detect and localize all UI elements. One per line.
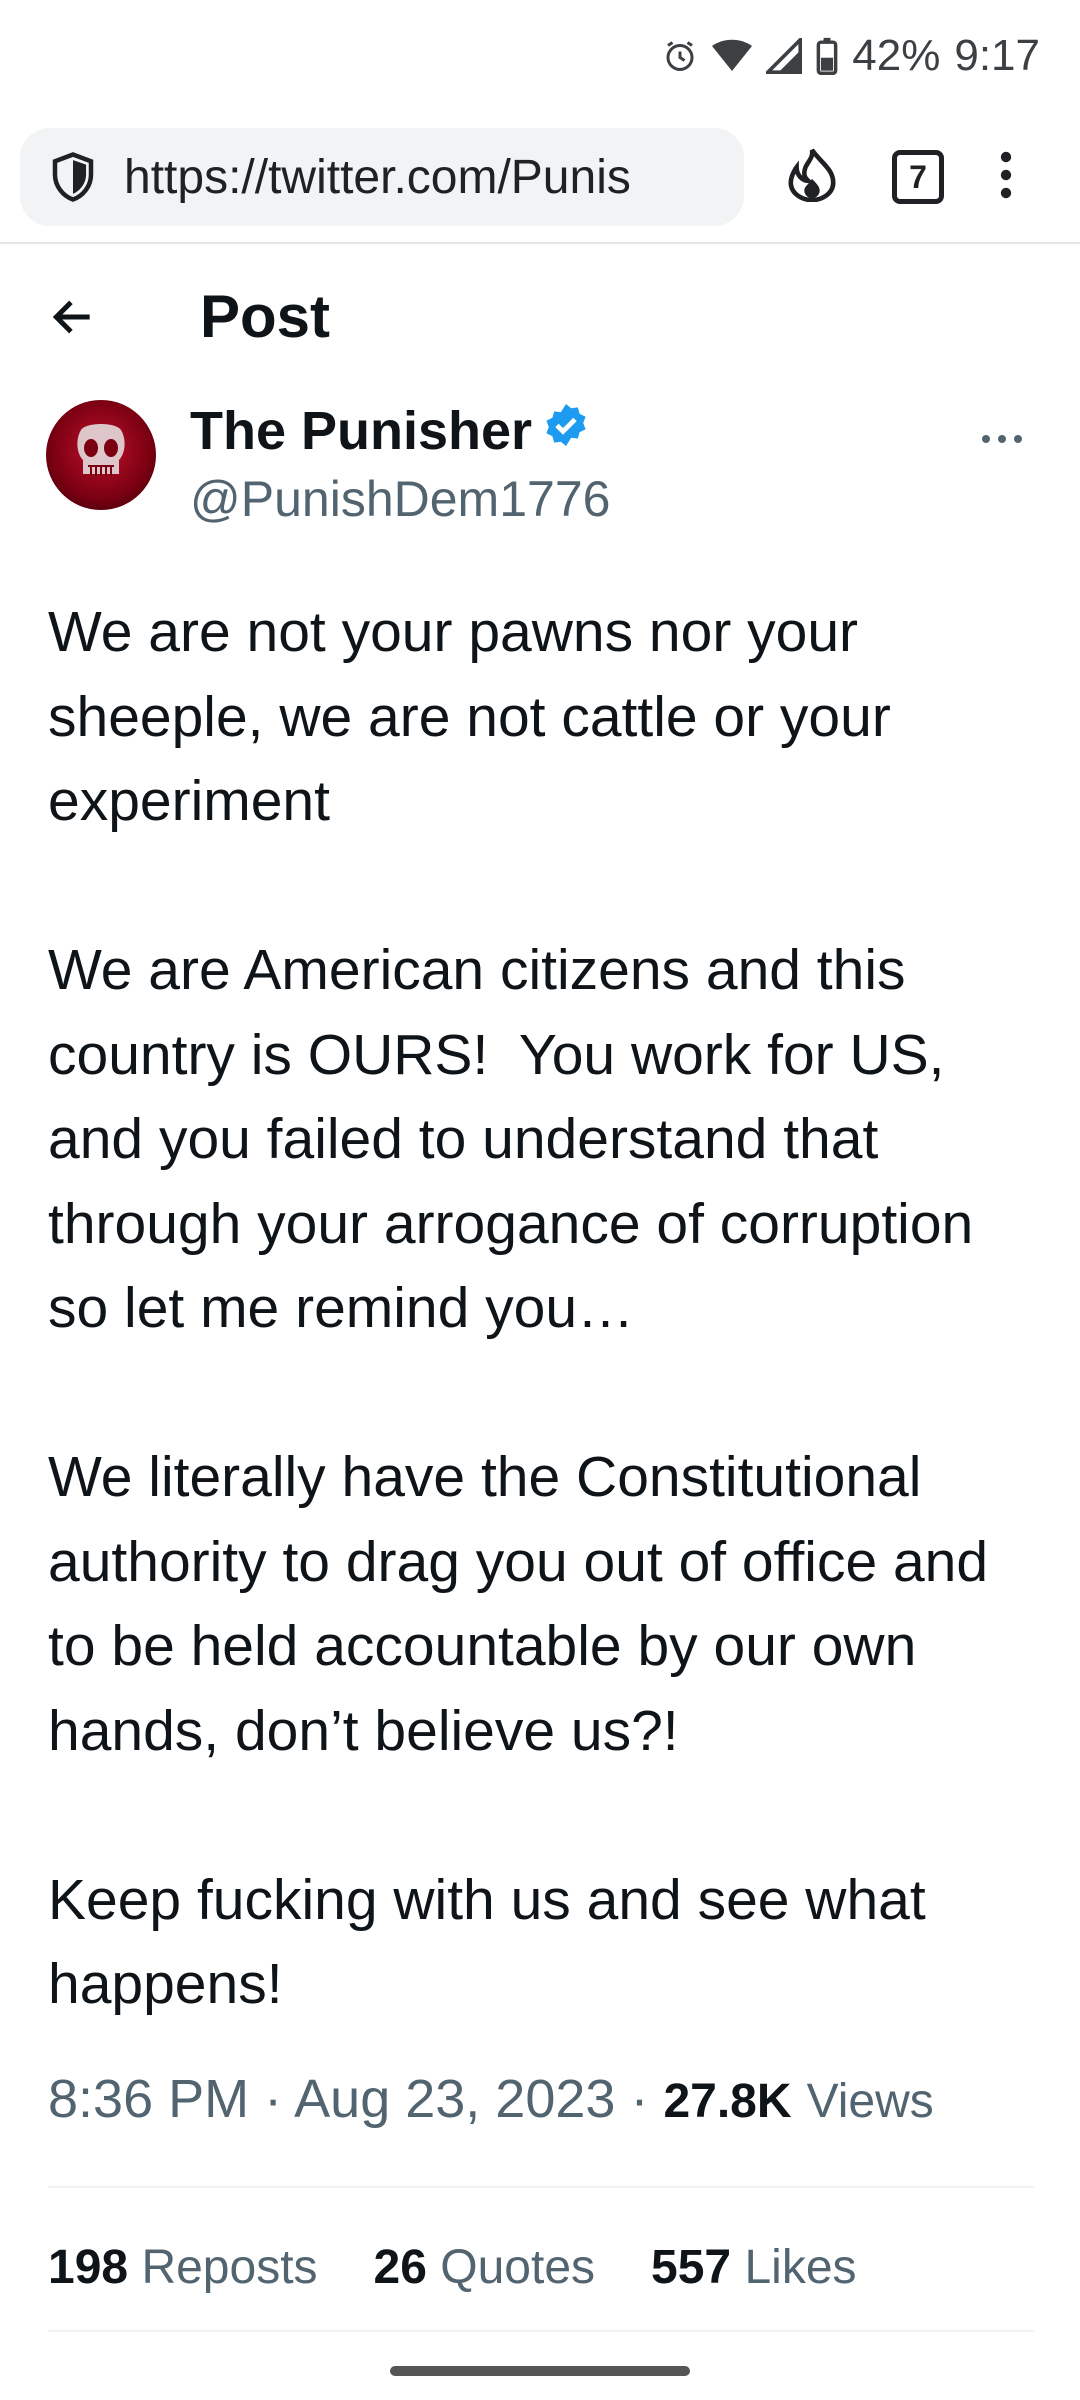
wifi-icon [712,38,753,74]
status-bar: 42% 9:17 [0,0,1080,112]
divider [48,2186,1034,2188]
divider-bottom [48,2330,1034,2332]
views-label: Views [806,2075,934,2128]
author-handle[interactable]: @PunishDem1776 [190,470,610,528]
overflow-menu-icon[interactable] [1000,150,1012,205]
reposts-stat[interactable]: 198 Reposts [48,2240,318,2295]
reposts-count: 198 [48,2241,129,2294]
signal-icon [766,38,803,74]
post-author: The Punisher @PunishDem1776 [0,390,1080,540]
home-gesture-bar[interactable] [390,2366,690,2376]
back-arrow-icon[interactable] [48,292,98,342]
likes-stat[interactable]: 557 Likes [651,2240,857,2295]
quotes-label: Quotes [440,2241,596,2294]
post-date[interactable]: Aug 23, 2023 [294,2069,615,2129]
quotes-stat[interactable]: 26 Quotes [374,2240,596,2295]
url-text[interactable]: https://twitter.com/Punis [124,150,631,205]
views-count: 27.8K [663,2075,792,2128]
battery-icon [816,37,838,75]
tab-switcher-button[interactable]: 7 [892,150,944,204]
author-name-row[interactable]: The Punisher [190,400,590,462]
avatar[interactable] [46,400,156,510]
engagement-stats: 198 Reposts 26 Quotes 557 Likes [48,2240,1048,2295]
flame-icon[interactable] [788,148,836,207]
meta-separator-2: · [630,2069,649,2129]
page-header: Post [0,244,1080,390]
battery-percent: 42% [852,31,941,80]
likes-count: 557 [651,2241,732,2294]
likes-label: Likes [744,2241,857,2294]
reposts-label: Reposts [141,2241,318,2294]
shield-icon[interactable] [46,150,100,204]
author-name[interactable]: The Punisher [190,400,532,462]
quotes-count: 26 [373,2241,427,2294]
page-title: Post [200,283,331,350]
alarm-icon [662,38,698,74]
meta-separator: · [264,2069,283,2129]
more-options-icon[interactable] [980,410,1024,455]
browser-toolbar: https://twitter.com/Punis 7 [0,112,1080,244]
address-bar[interactable]: https://twitter.com/Punis [20,128,744,226]
verified-badge-icon [542,400,590,462]
post-meta: 8:36 PM · Aug 23, 2023 · 27.8K Views [48,2068,1048,2130]
clock-time: 9:17 [954,31,1040,80]
post-time[interactable]: 8:36 PM [48,2069,249,2129]
post-text: We are not your pawns nor your sheeple, … [48,600,989,2016]
